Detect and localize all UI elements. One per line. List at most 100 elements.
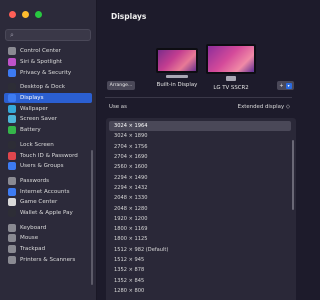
sidebar-item[interactable]: Touch ID & Password [4,150,92,161]
resolution-option[interactable]: 2048 × 1280 [109,203,291,213]
resolution-option[interactable]: 2294 × 1490 [109,172,291,182]
sidebar-item-icon [8,104,16,113]
sidebar-item-icon [8,140,16,149]
resolution-option[interactable]: 2294 × 1432 [109,183,291,193]
display-label: LG TV SSCR2 [213,85,249,91]
resolution-option[interactable]: 3024 × 1964 [109,121,291,132]
sidebar-item-label: Touch ID & Password [20,152,78,159]
sidebar-item[interactable]: Control Center [4,46,92,57]
minimize-button[interactable] [22,11,29,18]
display-thumbnail [156,48,198,73]
resolution-option[interactable]: 3024 × 1890 [109,131,291,141]
sidebar-item-label: Siri & Spotlight [20,59,62,66]
sidebar-item-icon [8,94,16,103]
resolution-option[interactable]: 1512 × 945 [109,255,291,265]
sidebar-item-label: Trackpad [20,246,46,253]
sidebar-item[interactable]: Mouse [4,233,92,244]
sidebar-item-icon [8,151,16,160]
sidebar-item-label: Passwords [20,177,50,184]
sidebar-item-icon [8,68,16,77]
display-thumbnail [206,44,256,74]
main-panel: Displays Arrange... Built-in Display LG … [97,0,300,300]
sidebar-item-icon [8,58,16,67]
sidebar-item[interactable]: Screen Saver [4,114,92,125]
sidebar-scrollbar[interactable] [91,150,93,285]
sidebar-item-label: Privacy & Security [20,69,72,76]
display-lg-tv[interactable]: LG TV SSCR2 [205,44,257,91]
sidebar-item[interactable]: Displays [4,92,92,104]
sidebar-item[interactable]: Trackpad [4,244,92,255]
sidebar-item[interactable]: Desktop & Dock [4,82,92,93]
zoom-button[interactable] [35,11,42,18]
window-controls [9,11,42,18]
sidebar-item-label: Displays [20,95,44,102]
resolution-option[interactable]: 1512 × 982 (Default) [109,245,291,255]
sidebar-item-label: Battery [20,127,41,134]
sidebar-item-icon [8,198,16,207]
resolution-option[interactable]: 1352 × 878 [109,265,291,275]
search-icon: ⌕ [10,31,14,39]
sidebar-item-icon [8,83,16,92]
display-builtin[interactable]: Built-in Display [155,48,199,88]
sidebar-item-label: Screen Saver [20,116,58,123]
sidebar-item[interactable]: Siri & Spotlight [4,57,92,68]
sidebar-list: Control Center Siri & Spotlight Privacy & … [4,46,92,265]
resolution-option[interactable]: 1800 × 1169 [109,224,291,234]
sidebar-item-label: Users & Groups [20,163,64,170]
add-display-button[interactable]: + ▾ [277,81,294,90]
resolution-option[interactable]: 1920 × 1200 [109,214,291,224]
divider [105,97,292,98]
sidebar-item-icon [8,187,16,196]
resolution-list: 3024 × 1964 3024 × 1890 2704 × 1756 2704 × … [106,118,296,300]
sidebar-item-label: Internet Accounts [20,188,70,195]
sidebar-item[interactable]: Wallpaper [4,103,92,114]
use-as-popup[interactable]: Extended display ◇ [238,104,290,110]
resolution-scrollbar[interactable] [292,140,294,210]
sidebar-item[interactable]: Users & Groups [4,161,92,172]
sidebar-item-icon [8,115,16,124]
resolution-option[interactable]: 2704 × 1756 [109,142,291,152]
arrange-button[interactable]: Arrange... [107,81,135,90]
sidebar-item-icon [8,162,16,171]
page-title: Displays [111,12,147,21]
sidebar-item[interactable]: Wallet & Apple Pay [4,208,92,219]
sidebar-item-label: Mouse [20,235,39,242]
sidebar-item-label: Lock Screen [20,141,54,148]
sidebar-item-icon [8,245,16,254]
resolution-option[interactable]: 2048 × 1330 [109,193,291,203]
sidebar-item[interactable]: Keyboard [4,222,92,233]
sidebar-item[interactable]: Game Center [4,197,92,208]
sidebar: ⌕ Control Center Siri & Spotlight Privacy … [0,0,97,300]
sidebar-item-icon [8,208,16,217]
resolution-items: 3024 × 1964 3024 × 1890 2704 × 1756 2704 × … [109,121,291,296]
sidebar-item-icon [8,47,16,56]
sidebar-item-label: Control Center [20,48,61,55]
resolution-option[interactable]: 2560 × 1600 [109,162,291,172]
sidebar-item-icon [8,176,16,185]
selection-outline [208,46,254,72]
sidebar-item[interactable]: Lock Screen [4,140,92,151]
sidebar-item[interactable]: Battery [4,125,92,136]
resolution-option[interactable]: 1280 × 800 [109,286,291,296]
resolution-option[interactable]: 2704 × 1690 [109,152,291,162]
sidebar-item-label: Game Center [20,199,58,206]
sidebar-item-label: Keyboard [20,224,47,231]
close-button[interactable] [9,11,16,18]
sidebar-item[interactable]: Privacy & Security [4,67,92,78]
sidebar-item-label: Desktop & Dock [20,84,66,91]
sidebar-item[interactable]: Passwords [4,176,92,187]
sidebar-item-label: Wallpaper [20,105,48,112]
sidebar-item-icon [8,234,16,243]
sidebar-item-icon [8,255,16,264]
sidebar-item[interactable]: Internet Accounts [4,186,92,197]
resolution-option[interactable]: 1352 × 845 [109,275,291,285]
sidebar-item[interactable]: Printers & Scanners [4,254,92,265]
monitor-stand [226,76,236,81]
display-label: Built-in Display [156,82,198,88]
resolution-option[interactable]: 1800 × 1125 [109,234,291,244]
sidebar-item-label: Wallet & Apple Pay [20,209,73,216]
search-field[interactable]: ⌕ [5,29,91,41]
chevron-down-icon: ▾ [285,82,292,89]
